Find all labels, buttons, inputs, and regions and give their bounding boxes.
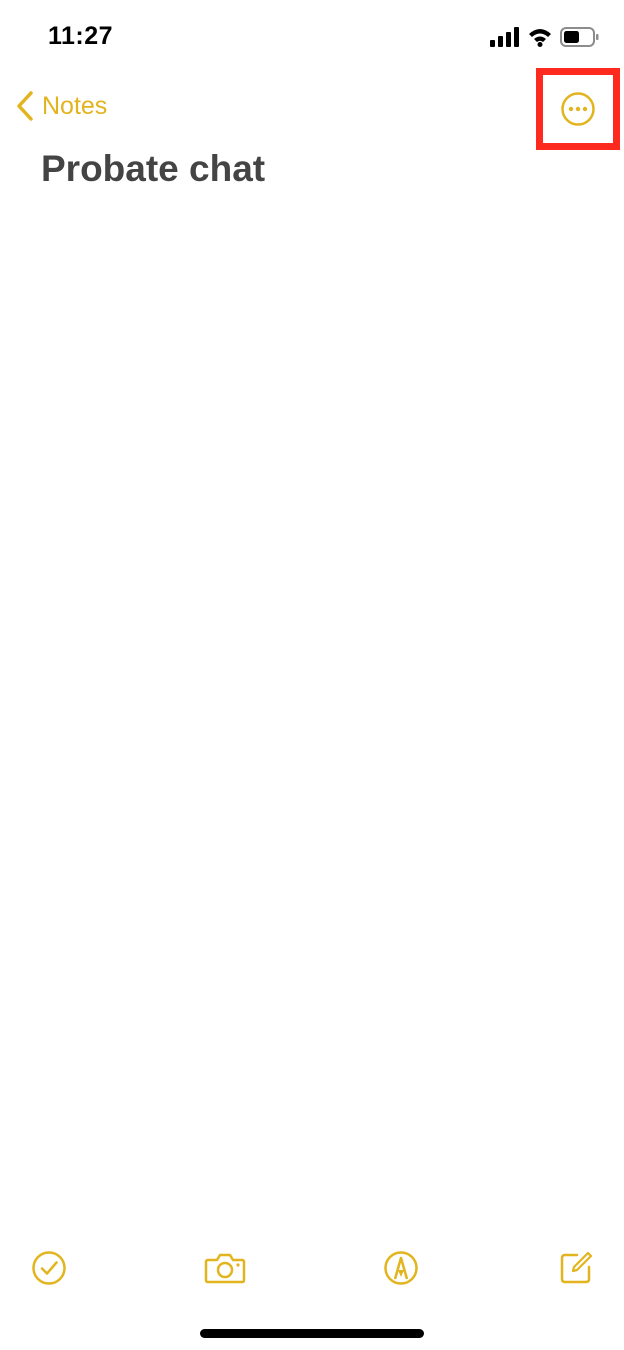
ellipsis-circle-icon	[561, 92, 595, 126]
checklist-button[interactable]	[27, 1246, 71, 1290]
camera-button[interactable]	[203, 1246, 247, 1290]
markup-button[interactable]	[379, 1246, 423, 1290]
battery-icon	[560, 27, 599, 47]
back-button-label: Notes	[42, 92, 108, 120]
cellular-signal-icon	[490, 27, 519, 47]
navigation-bar: Notes	[0, 68, 624, 150]
compose-button[interactable]	[554, 1246, 598, 1290]
wifi-icon	[529, 29, 551, 47]
status-icons	[490, 26, 600, 48]
bottom-toolbar	[0, 1240, 624, 1296]
status-time: 11:27	[48, 22, 114, 50]
chevron-left-icon	[17, 91, 33, 121]
compose-icon	[560, 1251, 593, 1284]
back-button[interactable]: Notes	[16, 88, 107, 124]
status-bar: 11:27	[0, 0, 624, 74]
markup-icon	[384, 1251, 418, 1285]
camera-icon	[204, 1253, 246, 1284]
note-body-editor[interactable]	[41, 210, 581, 1200]
note-title[interactable]: Probate chat	[41, 148, 265, 190]
more-options-button[interactable]	[536, 68, 620, 150]
checklist-icon	[32, 1251, 66, 1285]
home-indicator	[200, 1329, 424, 1338]
